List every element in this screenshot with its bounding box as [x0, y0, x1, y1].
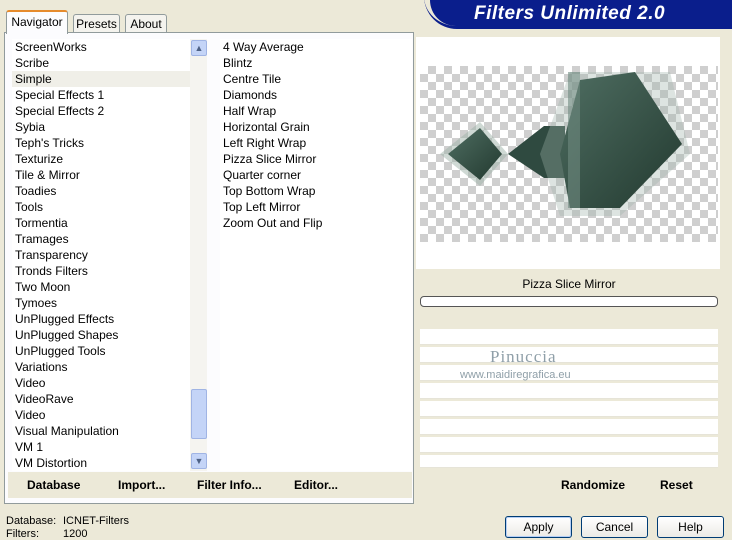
category-item[interactable]: Two Moon	[12, 279, 190, 295]
category-item[interactable]: Special Effects 2	[12, 103, 190, 119]
filter-list[interactable]: 4 Way Average Blintz Centre Tile Diamonds Ha…	[220, 39, 412, 471]
category-item[interactable]: Visual Manipulation	[12, 423, 190, 439]
filter-info-button[interactable]: Filter Info...	[197, 478, 262, 492]
filter-item[interactable]: Horizontal Grain	[220, 119, 412, 135]
category-item[interactable]: Scribe	[12, 55, 190, 71]
category-item[interactable]: Tymoes	[12, 295, 190, 311]
category-item[interactable]: Simple	[12, 71, 190, 87]
database-button[interactable]: Database	[27, 478, 80, 492]
help-button[interactable]: Help	[657, 516, 724, 538]
control-slot	[420, 437, 718, 453]
category-list[interactable]: ScreenWorks Scribe Simple Special Effects 1…	[12, 39, 190, 471]
filter-item[interactable]: Pizza Slice Mirror	[220, 151, 412, 167]
tab-navigator[interactable]: Navigator	[6, 10, 68, 34]
tab-about[interactable]: About	[125, 14, 167, 32]
control-slot	[420, 455, 718, 468]
control-slot	[420, 419, 718, 435]
reset-button[interactable]: Reset	[660, 478, 693, 492]
filter-item[interactable]: Blintz	[220, 55, 412, 71]
filter-item[interactable]: Half Wrap	[220, 103, 412, 119]
category-item[interactable]: VideoRave	[12, 391, 190, 407]
category-item[interactable]: UnPlugged Tools	[12, 343, 190, 359]
randomize-button[interactable]: Randomize	[561, 478, 625, 492]
filters-count-value: 1200	[63, 528, 88, 540]
category-item[interactable]: Texturize	[12, 151, 190, 167]
filter-name-label: Pizza Slice Mirror	[522, 277, 616, 291]
filter-item[interactable]: Quarter corner	[220, 167, 412, 183]
category-item[interactable]: Transparency	[12, 247, 190, 263]
import-button[interactable]: Import...	[118, 478, 165, 492]
app-title: Filters Unlimited 2.0	[474, 3, 666, 24]
category-item[interactable]: Tools	[12, 199, 190, 215]
category-item[interactable]: Special Effects 1	[12, 87, 190, 103]
category-item[interactable]: Video	[12, 375, 190, 391]
category-item[interactable]: Tramages	[12, 231, 190, 247]
category-item[interactable]: Tile & Mirror	[12, 167, 190, 183]
category-item[interactable]: Sybia	[12, 119, 190, 135]
category-item[interactable]: Video	[12, 407, 190, 423]
scroll-down-icon[interactable]: ▼	[191, 453, 207, 469]
filter-item[interactable]: Diamonds	[220, 87, 412, 103]
apply-button[interactable]: Apply	[505, 516, 572, 538]
control-slot	[420, 347, 718, 363]
category-item[interactable]: Teph's Tricks	[12, 135, 190, 151]
category-item[interactable]: Tormentia	[12, 215, 190, 231]
category-item[interactable]: UnPlugged Shapes	[12, 327, 190, 343]
category-scrollbar[interactable]: ▲ ▼	[190, 39, 207, 471]
category-item[interactable]: VM Distortion	[12, 455, 190, 471]
control-slot	[420, 383, 718, 399]
tab-presets[interactable]: Presets	[73, 14, 120, 32]
cancel-button[interactable]: Cancel	[581, 516, 648, 538]
scroll-up-icon[interactable]: ▲	[191, 40, 207, 56]
filter-item[interactable]: 4 Way Average	[220, 39, 412, 55]
editor-button[interactable]: Editor...	[294, 478, 338, 492]
progress-bar	[420, 296, 718, 307]
database-status-label: Database:	[6, 515, 57, 527]
selected-filter-highlight[interactable]: Pizza Slice Mirror	[221, 151, 318, 167]
filter-item[interactable]: Zoom Out and Flip	[220, 215, 412, 231]
category-item[interactable]: Variations	[12, 359, 190, 375]
filters-count-label: Filters:	[6, 528, 39, 540]
filter-item[interactable]: Centre Tile	[220, 71, 412, 87]
filter-item[interactable]: Top Bottom Wrap	[220, 183, 412, 199]
category-item[interactable]: UnPlugged Effects	[12, 311, 190, 327]
category-item[interactable]: VM 1	[12, 439, 190, 455]
preview-shape-graphic	[440, 72, 690, 216]
watermark-name: Pinuccia	[490, 347, 557, 366]
control-slot	[420, 401, 718, 417]
watermark-url: www.maidiregrafica.eu	[460, 369, 571, 381]
control-slot	[420, 329, 718, 345]
preview-image	[420, 66, 718, 242]
filter-item[interactable]: Top Left Mirror	[220, 199, 412, 215]
category-item[interactable]: Toadies	[12, 183, 190, 199]
scroll-thumb[interactable]	[191, 389, 207, 439]
database-status-value: ICNET-Filters	[63, 515, 129, 527]
category-item[interactable]: Tronds Filters	[12, 263, 190, 279]
filter-item[interactable]: Left Right Wrap	[220, 135, 412, 151]
category-item[interactable]: ScreenWorks	[12, 39, 190, 55]
